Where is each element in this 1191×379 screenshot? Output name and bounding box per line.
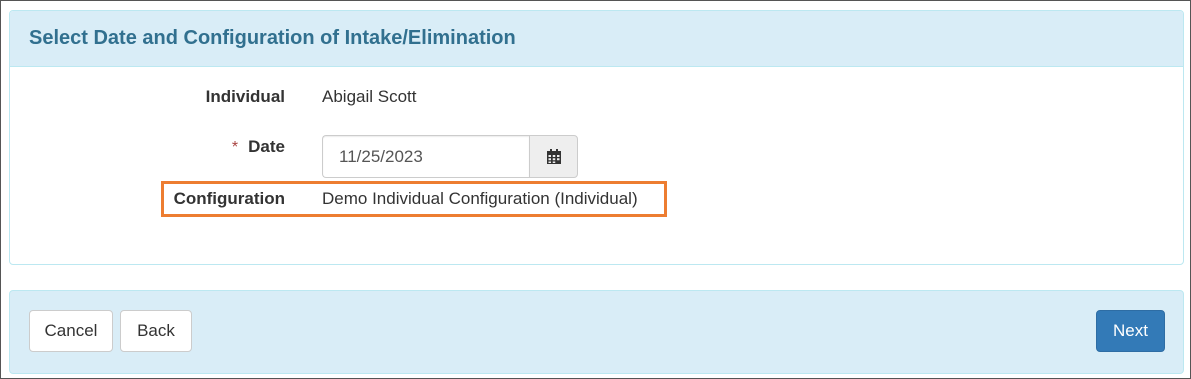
individual-label: Individual: [205, 87, 285, 106]
required-marker: *: [231, 139, 239, 156]
panel-title: Select Date and Configuration of Intake/…: [29, 27, 516, 49]
date-label: * Date: [232, 137, 285, 157]
date-label-text: Date: [248, 137, 285, 156]
intake-panel: Select Date and Configuration of Intake/…: [9, 10, 1184, 265]
date-input-group: [322, 135, 578, 178]
page-frame: Select Date and Configuration of Intake/…: [0, 0, 1191, 379]
back-button[interactable]: Back: [120, 310, 192, 352]
date-input[interactable]: [322, 135, 529, 178]
individual-value: Abigail Scott: [322, 87, 417, 106]
panel-footer: Cancel Back Next: [9, 290, 1184, 374]
calendar-icon: [546, 148, 561, 164]
cancel-button[interactable]: Cancel: [29, 310, 113, 352]
panel-heading: Select Date and Configuration of Intake/…: [10, 11, 1183, 67]
configuration-label: Configuration: [173, 189, 285, 208]
calendar-button[interactable]: [529, 135, 578, 178]
configuration-value: Demo Individual Configuration (Individua…: [322, 189, 638, 208]
next-button[interactable]: Next: [1096, 310, 1165, 352]
